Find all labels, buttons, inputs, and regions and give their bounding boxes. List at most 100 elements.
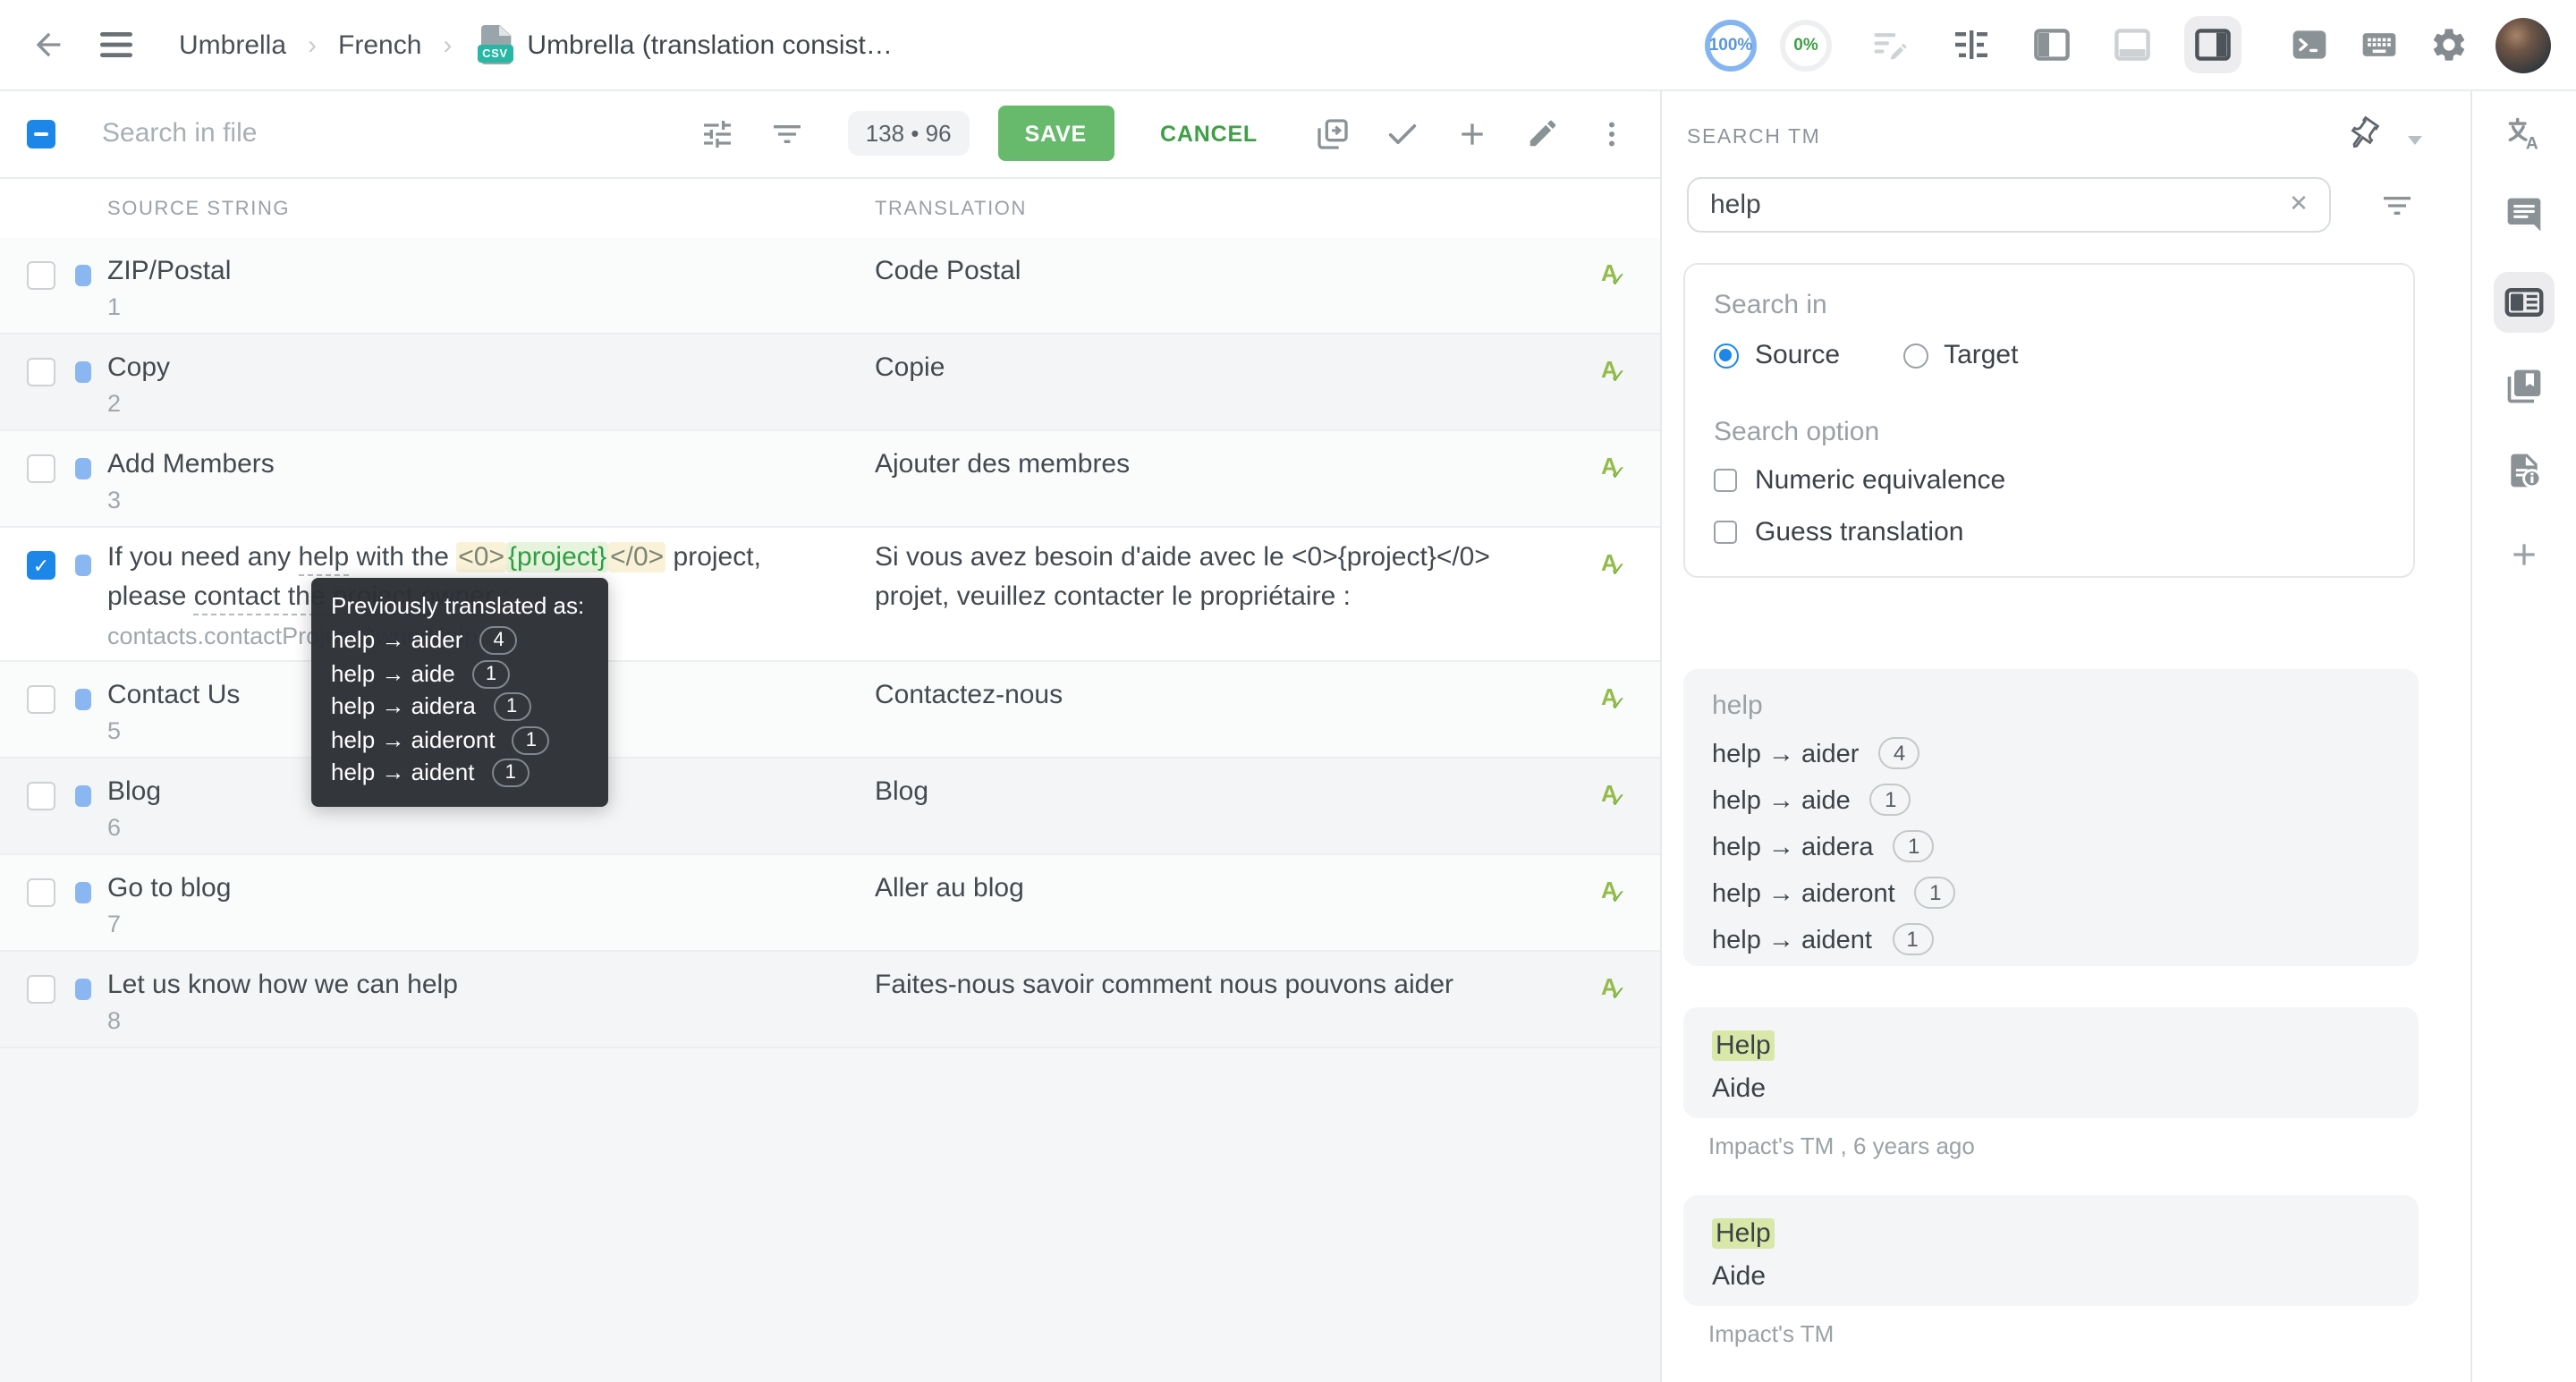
file-title[interactable]: Umbrella (translation consist… [527,30,893,60]
translation-text: Faites-nous savoir comment nous pouvons … [875,966,1569,1005]
tooltip-item: help → aide 1 [331,657,589,691]
breadcrumb-language[interactable]: French [338,30,421,60]
translation-memory-icon[interactable] [2494,272,2555,333]
string-status-indicator [75,689,91,710]
row-checkbox[interactable] [27,685,55,714]
previous-translation-item[interactable]: help → aide 1 [1712,778,2390,825]
tm-search-input[interactable] [1689,179,2265,231]
draft-edit-icon[interactable] [1866,21,1912,68]
source-string: Add Members [107,445,837,485]
terminal-icon[interactable] [2286,21,2333,68]
display-settings-icon[interactable] [696,112,739,155]
table-row[interactable]: Add Members3Ajouter des membresA✓ [0,431,1660,528]
string-rows: ZIP/Postal1Code PostalA✓Copy2CopieA✓Add … [0,238,1660,1048]
filter-strings-icon[interactable] [766,112,809,155]
tm-match-target: Aide [1712,1256,2390,1299]
panel-title: SEARCH TM [1687,127,1820,148]
tm-match-source: Help [1712,1213,2390,1256]
user-avatar[interactable] [2496,17,2551,72]
cancel-button[interactable]: CANCEL [1149,119,1268,148]
file-info-icon[interactable] [2494,440,2555,501]
approved-icon: A✓ [1601,780,1630,809]
radio-target[interactable] [1902,343,1928,368]
table-row[interactable]: Blog6BlogA✓ [0,759,1660,855]
option-row: Numeric equivalence [1714,465,2005,496]
checkbox-guess-translation[interactable] [1714,521,1737,544]
previous-translation-item[interactable]: help → aidera 1 [1712,825,2390,871]
edit-pencil-icon[interactable] [1521,112,1563,155]
save-button[interactable]: SAVE [998,106,1114,161]
table-row[interactable]: Contact Us5Contactez-nousA✓ [0,662,1660,759]
searched-term: help [1712,691,2390,721]
view-split-horizontal-icon[interactable] [2104,16,2161,73]
keyboard-icon[interactable] [2356,21,2402,68]
table-row[interactable]: If you need any help with the <0>{projec… [0,528,1660,662]
table-row[interactable]: Copy2CopieA✓ [0,335,1660,431]
string-status-indicator [75,458,91,479]
approved-icon: A✓ [1601,973,1630,1002]
panel-chevron-down-icon[interactable] [2408,136,2422,145]
tm-filter-icon[interactable] [2376,184,2419,227]
checkbox-numeric-equivalence[interactable] [1714,469,1737,492]
add-panel-icon[interactable] [2494,524,2555,585]
approved-progress-ring[interactable]: 0% [1780,19,1832,71]
count-badge: 1 [1894,830,1935,862]
row-checkbox[interactable] [27,782,55,810]
tm-match-card[interactable]: Help Aide [1683,1007,2419,1118]
strings-list: 138 • 96 SAVE CANCEL SOURCE STRING TRANS… [0,89,1660,1382]
more-options-icon[interactable] [1590,112,1633,155]
pin-panel-icon[interactable] [2338,109,2388,159]
row-checkbox[interactable] [27,261,55,290]
machine-translation-icon[interactable]: A [2494,104,2555,165]
tm-match-target: Aide [1712,1068,2390,1111]
translated-progress-ring[interactable]: 100% [1705,19,1757,71]
clear-search-icon[interactable]: ✕ [2284,190,2313,218]
add-string-icon[interactable] [1451,112,1494,155]
table-row[interactable]: Go to blog7Aller au blogA✓ [0,855,1660,952]
back-icon[interactable] [25,21,72,68]
comments-icon[interactable] [2494,184,2555,245]
option-row: Guess translation [1714,517,1963,547]
radio-source[interactable] [1714,343,1739,368]
previous-translations-card: help help → aider 4help → aide 1help → a… [1683,669,2419,966]
table-row[interactable]: Let us know how we can help8Faites-nous … [0,952,1660,1048]
string-number: 3 [107,487,121,513]
view-side-by-side-icon[interactable] [2023,16,2080,73]
settings-gear-icon[interactable] [2426,21,2472,68]
tm-match-source: Help [1712,1025,2390,1068]
breadcrumb-project[interactable]: Umbrella [179,30,286,60]
row-checkbox[interactable] [27,551,55,580]
table-row[interactable]: ZIP/Postal1Code PostalA✓ [0,238,1660,335]
search-in-file-input[interactable] [98,116,669,150]
menu-icon[interactable] [93,21,140,68]
string-status-indicator [75,979,91,1000]
copy-source-icon[interactable] [1311,112,1354,155]
row-checkbox[interactable] [27,878,55,907]
chevron-right-icon: › [308,30,317,60]
count-badge: 1 [1892,923,1933,955]
select-all-checkbox[interactable] [27,119,55,148]
previous-translation-item[interactable]: help → aideront 1 [1712,871,2390,918]
previous-translation-item[interactable]: help → aident 1 [1712,918,2390,964]
row-checkbox[interactable] [27,358,55,386]
approved-icon: A✓ [1601,683,1630,712]
string-number: 8 [107,1007,121,1034]
inline-tag: <0> [456,542,506,572]
row-checkbox[interactable] [27,454,55,483]
view-right-panel-icon[interactable] [2184,16,2241,73]
tm-search-options-card: Search in SourceTarget Search option Num… [1683,263,2415,578]
view-multilingual-icon[interactable] [1943,16,2000,73]
previous-translation-item[interactable]: help → aider 4 [1712,732,2390,778]
radio-label: Target [1944,340,2018,370]
placeholder-variable: {project} [506,542,608,572]
approve-icon[interactable] [1381,112,1424,155]
approved-icon: A✓ [1601,453,1630,481]
approved-icon: A✓ [1601,549,1630,578]
row-checkbox[interactable] [27,975,55,1004]
string-status-indicator [75,555,91,576]
translation-text: Contactez-nous [875,676,1569,716]
checkbox-label: Guess translation [1755,517,1963,547]
inline-tag: </0> [608,542,665,572]
tm-match-card[interactable]: Help Aide [1683,1195,2419,1306]
glossary-icon[interactable] [2494,356,2555,417]
